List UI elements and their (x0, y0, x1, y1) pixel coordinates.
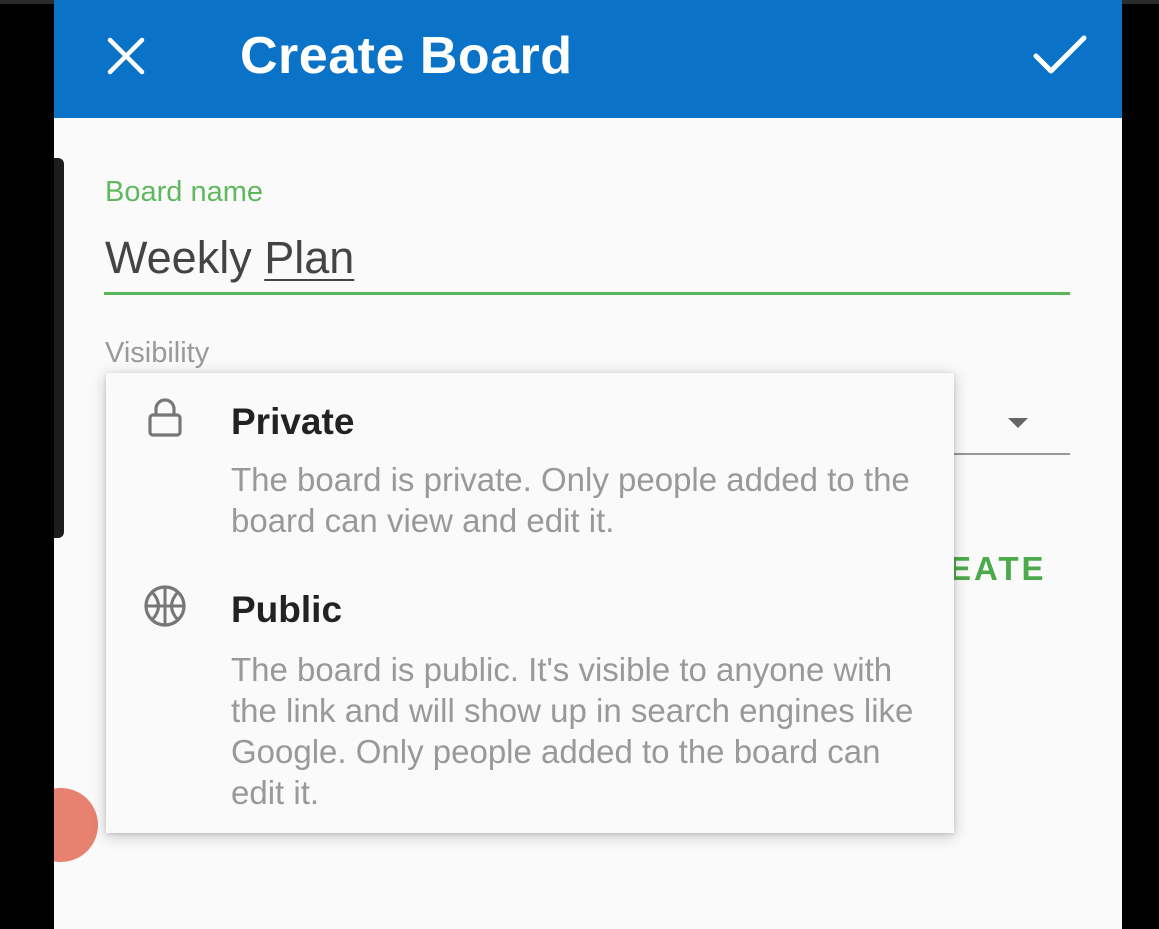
private-option-description: The board is private. Only people added … (231, 461, 910, 539)
check-icon (1033, 35, 1087, 74)
edge-handle (54, 158, 64, 538)
visibility-dropdown-menu: Private The board is private. Only peopl… (106, 373, 954, 833)
board-name-input[interactable]: Weekly Plan (105, 232, 354, 284)
close-icon (107, 37, 145, 75)
confirm-button[interactable] (1030, 30, 1090, 80)
board-name-underline (104, 292, 1070, 295)
visibility-select-underline (954, 453, 1070, 455)
visibility-option-private[interactable]: Private The board is private. Only peopl… (106, 373, 954, 553)
app-bar: Create Board (54, 0, 1122, 118)
lock-icon (148, 398, 182, 437)
visibility-label: Visibility (105, 337, 210, 369)
page-title: Create Board (240, 27, 573, 85)
private-option-title: Private (231, 401, 355, 442)
close-button[interactable] (102, 32, 150, 80)
create-board-screen: Create Board Board name Weekly Plan Visi… (54, 0, 1122, 929)
board-name-last-word: Plan (264, 232, 355, 283)
globe-icon (144, 585, 186, 627)
floating-action-button[interactable] (54, 788, 98, 862)
create-button[interactable]: EATE (949, 550, 1047, 588)
public-option-title: Public (231, 589, 343, 630)
public-option-description: The board is public. It's visible to any… (231, 651, 914, 811)
board-name-label: Board name (105, 176, 263, 208)
board-name-first-word: Weekly (105, 232, 252, 283)
chevron-down-icon[interactable] (1008, 418, 1028, 428)
